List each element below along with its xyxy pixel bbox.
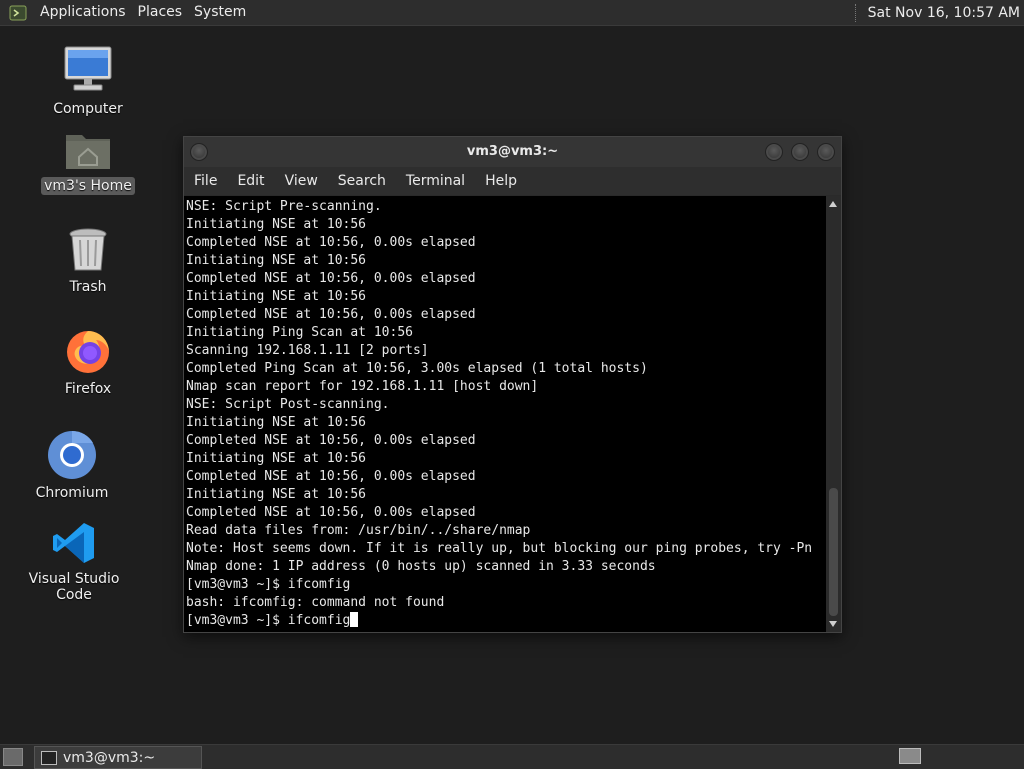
desktop-label-computer: Computer [53,101,123,117]
desktop-label-vscode: Visual Studio Code [28,571,120,603]
terminal-line: Completed NSE at 10:56, 0.00s elapsed [186,235,476,250]
desktop-label-home: vm3's Home [41,177,135,195]
terminal-line: Completed NSE at 10:56, 0.00s elapsed [186,433,476,448]
terminal-line: NSE: Script Post-scanning. [186,397,390,412]
show-desktop-icon[interactable] [3,748,23,766]
window-title: vm3@vm3:~ [466,144,559,159]
desktop-label-trash: Trash [69,279,107,295]
terminal-line: Nmap scan report for 192.168.1.11 [host … [186,379,539,394]
menu-search[interactable]: Search [328,167,396,195]
terminal-line: Initiating NSE at 10:56 [186,415,367,430]
menu-terminal[interactable]: Terminal [396,167,475,195]
taskbar-item-terminal[interactable]: vm3@vm3:~ [34,746,202,769]
terminal-line: Completed NSE at 10:56, 0.00s elapsed [186,271,476,286]
menu-system[interactable]: System [188,0,252,25]
terminal-line: Initiating NSE at 10:56 [186,451,367,466]
taskbar-item-label: vm3@vm3:~ [63,749,156,766]
terminal-line: Nmap done: 1 IP address (0 hosts up) sca… [186,559,656,574]
scroll-down-arrow-icon[interactable] [829,621,837,627]
scrollbar-thumb[interactable] [829,488,838,616]
terminal-line: Scanning 192.168.1.11 [2 ports] [186,343,429,358]
desktop-icon-trash[interactable]: Trash [33,226,143,296]
close-button[interactable] [817,143,835,161]
terminal-line: bash: ifcomfig: command not found [186,595,445,610]
terminal-line: [vm3@vm3 ~]$ ifcomfig [186,577,351,592]
workspace-switcher[interactable] [899,748,921,764]
desktop-icon-firefox[interactable]: Firefox [33,326,143,398]
clock[interactable]: Sat Nov 16, 10:57 AM [868,5,1020,21]
terminal-output[interactable]: NSE: Script Pre-scanning. Initiating NSE… [184,196,826,632]
panel-separator [854,3,860,22]
terminal-window[interactable]: vm3@vm3:~ File Edit View Search Terminal… [183,136,842,633]
home-folder-icon [66,135,110,169]
terminal-line: Completed Ping Scan at 10:56, 3.00s elap… [186,361,648,376]
terminal-line: Read data files from: /usr/bin/../share/… [186,523,531,538]
minimize-button[interactable] [765,143,783,161]
terminal-icon [41,750,57,765]
chromium-icon [48,430,96,479]
desktop-label-firefox: Firefox [64,381,112,397]
menu-view[interactable]: View [275,167,328,195]
terminal-cursor [350,612,359,627]
terminal-prompt-line[interactable]: [vm3@vm3 ~]$ ifcomfig [186,612,812,630]
computer-icon [64,46,112,91]
terminal-line: Completed NSE at 10:56, 0.00s elapsed [186,307,476,322]
terminal-menubar: File Edit View Search Terminal Help [184,167,841,195]
terminal-line: Initiating NSE at 10:56 [186,289,367,304]
scroll-up-arrow-icon[interactable] [829,201,837,207]
terminal-current-input: [vm3@vm3 ~]$ ifcomfig [186,613,351,628]
bottom-panel: vm3@vm3:~ [0,744,1024,769]
terminal-line: Initiating NSE at 10:56 [186,217,367,232]
desktop-icon-vscode[interactable]: Visual Studio Code [19,520,129,604]
window-titlebar[interactable]: vm3@vm3:~ [184,137,841,167]
desktop-label-chromium: Chromium [35,485,109,501]
terminal-line: Initiating Ping Scan at 10:56 [186,325,413,340]
menu-places[interactable]: Places [132,0,189,25]
maximize-button[interactable] [791,143,809,161]
terminal-line: Completed NSE at 10:56, 0.00s elapsed [186,469,476,484]
terminal-line: NSE: Script Pre-scanning. [186,199,382,214]
desktop-icon-home[interactable]: vm3's Home [33,127,143,195]
terminal-line: Initiating NSE at 10:56 [186,253,367,268]
vscode-icon [53,523,94,563]
trash-icon [69,228,107,271]
menu-file[interactable]: File [184,167,227,195]
menu-applications[interactable]: Applications [34,0,132,25]
menu-help[interactable]: Help [475,167,527,195]
terminal-line: Initiating NSE at 10:56 [186,487,367,502]
desktop-icon-computer[interactable]: Computer [33,44,143,118]
applications-logo-icon[interactable] [8,3,28,23]
terminal-line: Note: Host seems down. If it is really u… [186,541,813,556]
top-panel: Applications Places System Sat Nov 16, 1… [0,0,1024,26]
terminal-scrollbar[interactable] [826,196,841,632]
firefox-icon [67,331,109,373]
terminal-line: Completed NSE at 10:56, 0.00s elapsed [186,505,476,520]
desktop-icon-chromium[interactable]: Chromium [17,430,127,502]
menu-edit[interactable]: Edit [227,167,274,195]
